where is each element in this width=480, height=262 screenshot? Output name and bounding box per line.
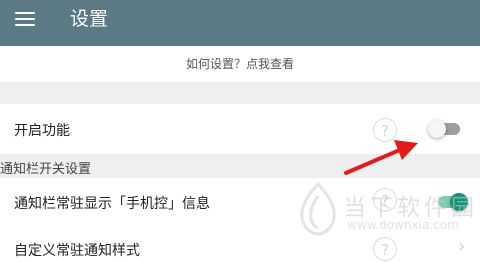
watermark-url: www.downxia.com: [347, 218, 459, 232]
section-spacer: [0, 82, 480, 104]
section-header-label: 通知栏开关设置: [0, 162, 92, 177]
setting-label: 开启功能: [14, 123, 70, 139]
watermark-logo-icon: [300, 182, 336, 236]
watermark-text: 当下软件园: [343, 195, 478, 221]
red-arrow-annotation: [344, 140, 418, 175]
help-link[interactable]: 如何设置？点我查看: [0, 46, 480, 82]
hamburger-menu-icon[interactable]: [15, 10, 35, 28]
app-bar: 设置: [0, 0, 480, 46]
chevron-right-icon: ›: [458, 236, 466, 257]
setting-label: 通知栏常驻显示「手机控」信息: [14, 196, 210, 212]
question-icon[interactable]: ?: [373, 237, 397, 261]
page-title: 设置: [70, 8, 109, 30]
setting-label: 自定义常驻通知样式: [14, 243, 140, 259]
watermark: 当下软件园 www.downxia.com: [295, 182, 480, 238]
